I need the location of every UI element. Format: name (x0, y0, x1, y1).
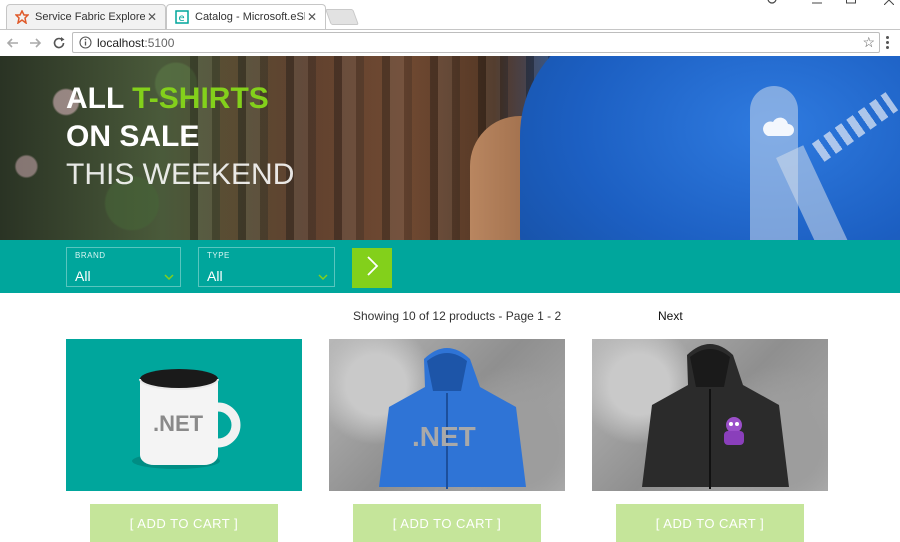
apply-filter-button[interactable] (352, 248, 392, 288)
close-tab-icon[interactable]: ✕ (145, 10, 159, 24)
chevron-down-icon (318, 268, 328, 286)
hoodie-net-logo: .NET (412, 421, 476, 452)
product-card: .NET [ ADD TO CART ] (66, 339, 302, 542)
address-bar[interactable]: localhost:5100 ☆ (72, 32, 880, 53)
back-arrow-icon[interactable] (4, 34, 22, 52)
mug-net-logo: .NET (153, 411, 204, 436)
profile-icon[interactable] (766, 0, 778, 9)
add-to-cart-button[interactable]: [ ADD TO CART ] (90, 504, 278, 542)
close-tab-icon[interactable]: ✕ (305, 10, 319, 24)
brand-filter-label: BRAND (75, 251, 106, 260)
browser-toolbar: localhost:5100 ☆ (0, 29, 900, 56)
close-window-icon[interactable] (883, 0, 895, 8)
new-tab-button[interactable] (325, 9, 359, 25)
promo-line1-green: T-SHIRTS (132, 82, 269, 115)
url-host: localhost (97, 36, 145, 50)
minimize-icon[interactable] (812, 0, 822, 10)
brand-filter-value: All (75, 268, 91, 284)
tab-service-fabric-explorer[interactable]: Service Fabric Explorer ✕ (6, 4, 166, 29)
chevron-down-icon (164, 268, 174, 286)
product-image-black-hoodie[interactable] (592, 339, 828, 491)
svg-text:e: e (179, 13, 185, 24)
add-to-cart-button[interactable]: [ ADD TO CART ] (353, 504, 541, 542)
add-to-cart-button[interactable]: [ ADD TO CART ] (616, 504, 804, 542)
reload-icon[interactable] (50, 34, 68, 52)
url-text: localhost:5100 (97, 36, 174, 50)
product-image-mug[interactable]: .NET (66, 339, 302, 491)
hero-banner: ALL T-SHIRTS ON SALE THIS WEEKEND (0, 56, 900, 240)
promo-line1-white: ALL (66, 82, 124, 115)
browser-menu-icon[interactable] (886, 36, 890, 51)
forward-arrow-icon[interactable] (26, 34, 44, 52)
eshop-favicon-icon: e (175, 10, 189, 24)
maximize-icon[interactable] (846, 0, 856, 8)
url-port: :5100 (144, 36, 175, 50)
type-filter-select[interactable]: TYPE All (198, 247, 335, 287)
type-filter-value: All (207, 268, 223, 284)
tab-title: Catalog - Microsoft.eSho (195, 11, 305, 23)
service-fabric-icon (15, 10, 29, 24)
chevron-right-icon (365, 255, 379, 282)
brand-filter-select[interactable]: BRAND All (66, 247, 181, 287)
cloud-icon (760, 116, 794, 143)
promo-line2: ON SALE (66, 120, 200, 153)
type-filter-label: TYPE (207, 251, 230, 260)
product-image-blue-hoodie[interactable]: .NET (329, 339, 565, 491)
product-card: [ ADD TO CART ] (592, 339, 828, 542)
tab-catalog[interactable]: e Catalog - Microsoft.eSho ✕ (166, 4, 326, 29)
promo-line3: THIS WEEKEND (66, 158, 295, 191)
promo-headline: ALL T-SHIRTS ON SALE THIS WEEKEND (66, 80, 294, 194)
filter-bar: BRAND All TYPE All (0, 240, 900, 293)
pagination-info: Showing 10 of 12 products - Page 1 - 2 (353, 309, 562, 323)
product-card: .NET [ ADD TO CART ] (329, 339, 565, 542)
tab-title: Service Fabric Explorer (35, 11, 145, 23)
tab-strip: Service Fabric Explorer ✕ e Catalog - Mi… (0, 0, 900, 29)
info-icon[interactable] (79, 36, 92, 54)
next-page-link[interactable]: Next (658, 309, 683, 323)
bookmark-star-icon[interactable]: ☆ (862, 34, 875, 51)
